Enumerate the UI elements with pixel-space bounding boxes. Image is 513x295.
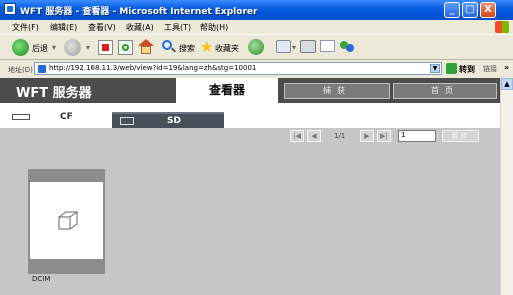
forward-icon[interactable] [64,39,81,56]
page-number-input[interactable]: 1 [398,130,436,142]
mail-icon[interactable] [276,40,291,53]
tab-sd[interactable]: SD [112,112,224,128]
close-button[interactable]: X [480,2,496,18]
app-header: WFT 服务器 查看器 捕获 首页 [0,78,500,103]
sd-card-icon [120,117,134,125]
menu-view[interactable]: 查看(V) [88,22,116,33]
nav-capture[interactable]: 捕获 [284,83,390,99]
back-dropdown-icon[interactable]: ▾ [52,43,56,52]
back-label[interactable]: 后退 [32,43,48,54]
address-input[interactable]: http://192.168.11.3/web/view?id=19&lang=… [34,62,442,75]
favorites-label[interactable]: 收藏夹 [215,43,239,54]
jump-button[interactable]: 跳转 [442,130,479,142]
tab-sd-label: SD [167,116,181,126]
page-count: 1/1 [334,132,346,140]
history-icon[interactable] [248,39,264,55]
menu-help[interactable]: 帮助(H) [200,22,228,33]
menu-bar: 文件(F) 编辑(E) 查看(V) 收藏(A) 工具(T) 帮助(H) [0,20,513,34]
address-label: 地址(D) [8,66,33,74]
go-button[interactable]: 转到 [459,64,475,75]
address-bar: 地址(D) http://192.168.11.3/web/view?id=19… [0,61,513,77]
search-icon[interactable] [162,40,176,54]
menu-tools[interactable]: 工具(T) [164,22,191,33]
forward-dropdown-icon[interactable]: ▾ [86,43,90,52]
cf-card-icon [12,114,30,120]
mail-dropdown-icon[interactable]: ▾ [292,43,296,52]
folder-thumbnail[interactable] [28,169,105,274]
address-dropdown-icon[interactable]: ▼ [430,64,440,73]
home-icon[interactable] [138,39,154,54]
next-page-button[interactable]: ▶ [360,130,374,142]
favorites-icon[interactable]: ★ [200,38,213,56]
window-title-bar[interactable]: WFT 服务器 - 查看器 - Microsoft Internet Explo… [0,0,513,20]
maximize-button[interactable]: □ [462,2,478,18]
back-icon[interactable] [12,39,29,56]
page-icon [38,65,46,73]
last-page-button[interactable]: ▶| [377,130,391,142]
nav-home[interactable]: 首页 [393,83,497,99]
print-icon[interactable] [300,40,316,53]
minimize-button[interactable]: _ [444,2,460,18]
vertical-scrollbar[interactable]: ▲ [500,78,513,295]
menu-edit[interactable]: 编辑(E) [50,22,77,33]
windows-logo-icon [495,21,509,33]
prev-page-button[interactable]: ◀ [307,130,321,142]
links-chevron-icon[interactable]: » [504,63,509,72]
messenger-icon[interactable] [340,39,354,54]
menu-favorites[interactable]: 收藏(A) [126,22,154,33]
window-title: WFT 服务器 - 查看器 - Microsoft Internet Explo… [20,7,258,17]
folder-icon[interactable] [56,207,80,231]
storage-tab-row: CF SD [0,103,500,128]
pagination: |◀ ◀ 1/1 ▶ ▶| 1 跳转 [290,130,480,144]
refresh-icon[interactable] [118,40,133,55]
stop-icon[interactable] [98,40,113,55]
scroll-up-icon[interactable]: ▲ [501,78,513,90]
menu-file[interactable]: 文件(F) [12,22,39,33]
tab-cf[interactable]: CF [0,108,110,128]
folder-name: DCIM [32,275,51,283]
brand-title: WFT 服务器 [16,86,92,101]
browser-toolbar: 后退 ▾ ▾ 搜索 ★ 收藏夹 ▾ [0,34,513,60]
ie-icon [4,3,16,15]
address-value[interactable]: http://192.168.11.3/web/view?id=19&lang=… [49,64,256,72]
edit-icon[interactable] [320,40,335,52]
nav-viewer[interactable]: 查看器 [176,78,278,103]
web-page: WFT 服务器 查看器 捕获 首页 CF SD |◀ ◀ 1/1 ▶ ▶| 1 … [0,78,500,295]
search-label[interactable]: 搜索 [179,43,195,54]
tab-cf-label: CF [60,112,73,122]
links-label[interactable]: 链接 [483,64,497,74]
folder-thumbnail-inner[interactable] [30,182,103,259]
go-icon[interactable] [446,63,457,74]
first-page-button[interactable]: |◀ [290,130,304,142]
